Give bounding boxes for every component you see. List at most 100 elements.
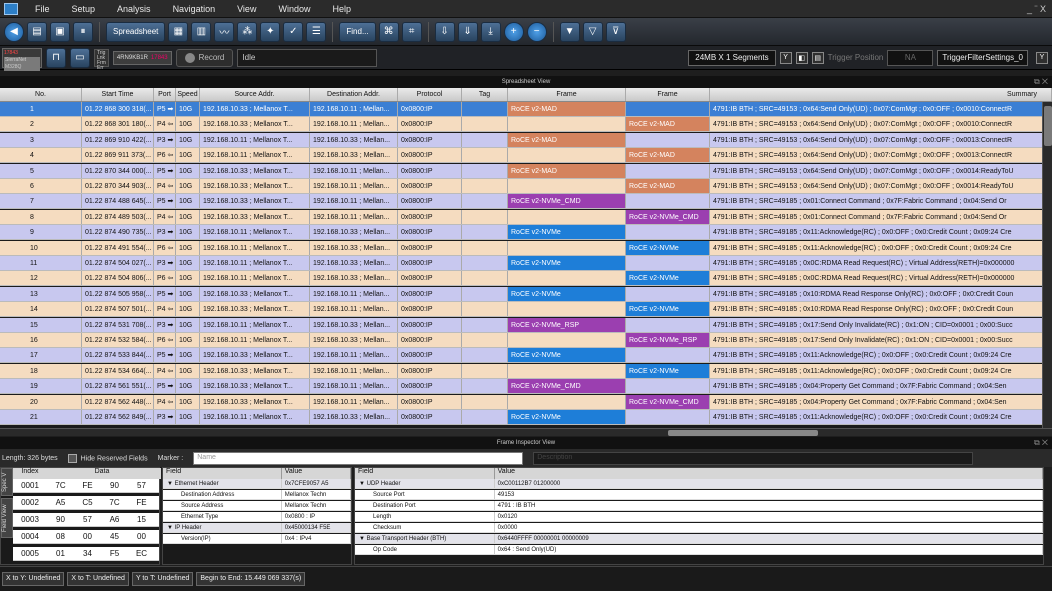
tree-row[interactable]: Destination Port 4791 : IB BTH	[355, 501, 1043, 511]
column-header-2[interactable]: Port	[154, 88, 176, 101]
tree-row[interactable]: Checksum 0x0000	[355, 523, 1043, 533]
trigger-icon-b[interactable]: ▤	[811, 51, 824, 64]
chart-view-icon[interactable]: ✦	[260, 21, 281, 42]
column-header-4[interactable]: Source Addr.	[200, 88, 310, 101]
grid-view-icon[interactable]: ▦	[168, 21, 189, 42]
segments-y-button[interactable]: Y	[779, 51, 792, 64]
column-header-1[interactable]: Start Time	[82, 88, 154, 101]
table-row[interactable]: 12 01.22 874 504 806(... P6 ⇦ 10G 192.168.10…	[0, 271, 1052, 287]
hex-row[interactable]: 0004 08 00 45 00	[13, 530, 159, 544]
tree-row[interactable]: ▼ UDP Header 0xC00112B7 01200000	[355, 479, 1043, 489]
field-view-tab[interactable]: Field View	[1, 498, 13, 538]
table-row[interactable]: 20 01.22 874 562 448(... P4 ⇦ 10G 192.168.10…	[0, 394, 1052, 410]
pause-icon[interactable]: ⏸	[73, 21, 93, 42]
menu-file[interactable]: File	[24, 4, 61, 14]
table-row[interactable]: 17 01.22 874 533 844(... P5 ➡ 10G 192.168.10…	[0, 348, 1052, 364]
record-button[interactable]: Record	[175, 48, 234, 67]
download-icon[interactable]: ⇩	[434, 21, 455, 42]
frame-view-icon[interactable]: ▥	[191, 21, 212, 42]
table-row[interactable]: 3 01.22 869 910 422(... P3 ➡ 10G 192.168.10.…	[0, 132, 1052, 148]
table-row[interactable]: 8 01.22 874 489 503(... P4 ⇦ 10G 192.168.10.…	[0, 209, 1052, 225]
menu-view[interactable]: View	[226, 4, 267, 14]
marker-description-input[interactable]: Description	[533, 451, 974, 465]
table-row[interactable]: 16 01.22 874 532 584(... P6 ⇦ 10G 192.168.10…	[0, 333, 1052, 348]
plus-icon[interactable]: +	[503, 21, 524, 42]
table-row[interactable]: 19 01.22 874 561 551(... P5 ➡ 10G 192.168.10…	[0, 379, 1052, 395]
bookmark-next-icon[interactable]: ⌗	[401, 21, 422, 42]
horizontal-scroll-thumb[interactable]	[668, 430, 818, 436]
column-header-0[interactable]: No.	[0, 88, 82, 101]
marker-name-input[interactable]: Name	[193, 451, 524, 465]
find-button[interactable]: Find...	[339, 21, 376, 42]
fiv-pane-controls-icon[interactable]: ⧉ ✕	[1034, 438, 1048, 448]
trigger-position-field[interactable]: NA	[887, 49, 934, 66]
table-row[interactable]: 14 01.22 874 507 501(... P4 ⇦ 10G 192.168.10…	[0, 302, 1052, 318]
filter-extra-icon[interactable]: ⊽	[605, 21, 626, 42]
vertical-scroll-thumb[interactable]	[1044, 106, 1052, 146]
analyzer-toggle-icon[interactable]: ⊓	[46, 47, 66, 68]
table-row[interactable]: 9 01.22 874 490 735(... P3 ➡ 10G 192.168.10.…	[0, 225, 1052, 241]
bookmark-icon[interactable]: ⌘	[378, 21, 399, 42]
tree-row[interactable]: ▼ IP Header 0x45000134 F5E	[163, 523, 351, 533]
table-row[interactable]: 15 01.22 874 531 708(... P3 ➡ 10G 192.168.10…	[0, 317, 1052, 333]
table-row[interactable]: 4 01.22 869 911 373(... P6 ⇦ 10G 192.168.10.…	[0, 148, 1052, 164]
tree-row[interactable]: ▼ Base Transport Header (BTH) 0x6440FFFF …	[355, 534, 1043, 544]
table-row[interactable]: 1 01.22 868 300 318(... P5 ➡ 10G 192.168.10.…	[0, 102, 1052, 117]
hex-row[interactable]: 0002 A5 C5 7C FE	[13, 496, 159, 510]
vertical-scrollbar[interactable]	[1042, 102, 1052, 428]
filter-channel-icon[interactable]: ▽	[582, 21, 603, 42]
table-row[interactable]: 5 01.22 870 344 000(... P5 ➡ 10G 192.168.10.…	[0, 163, 1052, 179]
menu-navigation[interactable]: Navigation	[162, 4, 227, 14]
download-next-icon[interactable]: ⇓	[457, 21, 478, 42]
analyzer-port-box[interactable]: 17843 SierraNet M328Q	[2, 47, 42, 71]
table-row[interactable]: 13 01.22 874 505 958(... P5 ➡ 10G 192.168.10…	[0, 286, 1052, 302]
trigger-icon-a[interactable]: ◧	[795, 51, 808, 64]
open-folder-icon[interactable]: ▤	[27, 21, 47, 42]
tree-view-icon[interactable]: ⁂	[237, 21, 258, 42]
save-icon[interactable]: ▣	[50, 21, 70, 42]
hex-row[interactable]: 0001 7C FE 90 57	[13, 479, 159, 493]
export-icon[interactable]: ⤓	[480, 21, 501, 42]
menu-setup[interactable]: Setup	[61, 4, 107, 14]
menu-window[interactable]: Window	[267, 4, 321, 14]
filter-icon[interactable]: ▼	[559, 21, 580, 42]
analyzer-doc-icon[interactable]: ▭	[70, 47, 90, 68]
pane-controls-icon[interactable]: ⧉ ✕	[1034, 77, 1048, 87]
horizontal-scrollbar[interactable]	[0, 428, 1052, 436]
column-header-9[interactable]: Frame	[626, 88, 710, 101]
trigger-settings-y-button[interactable]: Y	[1036, 51, 1048, 64]
x-to-t-chip[interactable]: X to T: Undefined	[67, 572, 129, 586]
table-row[interactable]: 21 01.22 874 562 849(... P3 ➡ 10G 192.168.10…	[0, 410, 1052, 425]
menu-help[interactable]: Help	[321, 4, 362, 14]
minus-icon[interactable]: −	[526, 21, 547, 42]
tree-row[interactable]: Source Port 49153	[355, 490, 1043, 500]
minimize-button[interactable]: _	[1027, 4, 1032, 14]
begin-to-end-chip[interactable]: Begin to End: 15.449 069 337(s)	[196, 572, 306, 586]
segments-select[interactable]: 24MB X 1 Segments	[688, 49, 776, 66]
tree-row[interactable]: Source Address Mellanox Techn	[163, 501, 351, 511]
back-icon[interactable]: ◀	[4, 21, 24, 42]
column-header-3[interactable]: Speed	[176, 88, 200, 101]
x-to-y-chip[interactable]: X to Y: Undefined	[2, 572, 65, 586]
tree-row[interactable]: Version(IP) 0x4 : IPv4	[163, 534, 351, 544]
check-view-icon[interactable]: ✓	[283, 21, 304, 42]
list-view-icon[interactable]: ☰	[306, 21, 327, 42]
tree-row[interactable]: Ethernet Type 0x0800 : IP	[163, 512, 351, 522]
column-header-8[interactable]: Frame	[508, 88, 626, 101]
menu-analysis[interactable]: Analysis	[106, 4, 162, 14]
table-row[interactable]: 7 01.22 874 488 645(... P5 ➡ 10G 192.168.10.…	[0, 194, 1052, 210]
y-to-t-chip[interactable]: Y to T: Undefined	[131, 572, 194, 586]
column-header-7[interactable]: Tag	[462, 88, 508, 101]
tree-row[interactable]: ▼ Ethernet Header 0x7CFE9057 A5	[163, 479, 351, 489]
table-row[interactable]: 18 01.22 874 534 664(... P4 ⇦ 10G 192.168.10…	[0, 363, 1052, 379]
table-row[interactable]: 2 01.22 868 301 180(... P4 ⇦ 10G 192.168.10.…	[0, 117, 1052, 133]
tree-row[interactable]: Length 0x0120	[355, 512, 1043, 522]
column-header-10[interactable]: Summary	[710, 88, 1052, 101]
port-id-box[interactable]: 4RN9KB1R 17843	[112, 50, 172, 65]
hide-reserved-toggle[interactable]: Hide Reserved Fields	[67, 453, 148, 463]
column-header-5[interactable]: Destination Addr.	[310, 88, 398, 101]
wave-view-icon[interactable]: 〰	[214, 21, 235, 42]
table-row[interactable]: 11 01.22 874 504 027(... P3 ➡ 10G 192.168.10…	[0, 256, 1052, 271]
column-header-6[interactable]: Protocol	[398, 88, 462, 101]
spec-view-tab[interactable]: Spec V	[1, 468, 13, 496]
